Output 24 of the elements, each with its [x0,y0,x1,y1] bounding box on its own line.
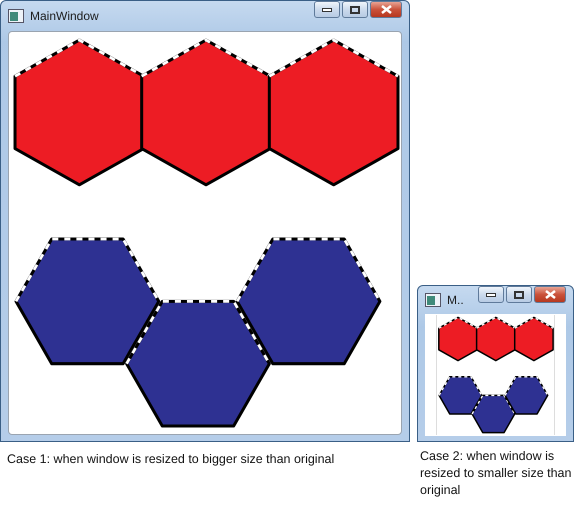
maximize-button[interactable] [506,286,532,303]
close-icon [380,5,392,14]
minimize-button[interactable] [478,286,504,303]
minimize-icon [486,292,496,296]
hexagon [476,316,516,362]
minimize-icon [322,8,332,12]
caption: Case 1: when window is resized to bigger size than original [6,451,336,468]
app-icon [425,293,441,307]
hexagon [504,376,548,415]
app-icon [8,9,24,23]
hexagon [438,316,478,362]
close-icon [544,290,556,299]
minimize-button[interactable] [314,1,340,18]
maximize-button[interactable] [342,1,368,18]
window-title: MainWindow [30,9,100,23]
caption: Case 2: when window is resized to smaller size than original [419,448,572,499]
window-title: M.. [447,293,465,307]
maximize-icon [350,6,360,14]
hexagon [438,376,482,415]
hexagon [471,394,516,434]
close-button[interactable] [370,1,402,18]
close-button[interactable] [534,286,566,303]
hexagon [514,316,554,362]
maximize-icon [514,290,524,298]
